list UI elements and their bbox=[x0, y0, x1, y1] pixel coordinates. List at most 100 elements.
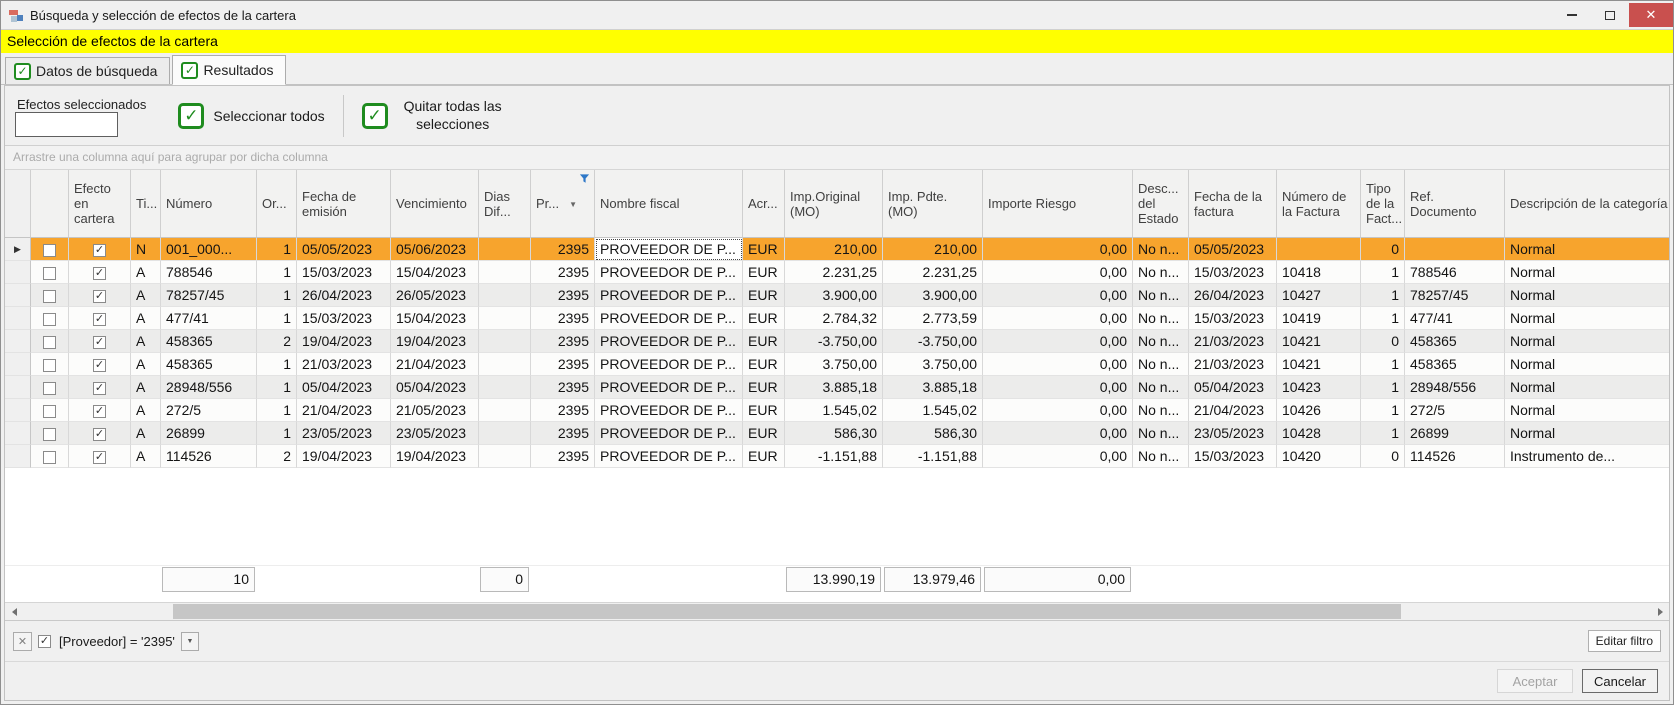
select-all-button[interactable]: ✓ Seleccionar todos bbox=[168, 99, 334, 133]
cell-descestado[interactable]: No n... bbox=[1133, 422, 1189, 445]
cell-or[interactable]: 1 bbox=[257, 422, 297, 445]
table-row[interactable]: ✓ A 477/41 1 15/03/2023 15/04/2023 2395 PROVEED… bbox=[5, 307, 1669, 330]
cell-check[interactable] bbox=[31, 376, 69, 399]
cell-pr[interactable]: 2395 bbox=[531, 422, 595, 445]
cell-riesgo[interactable]: 0,00 bbox=[983, 445, 1133, 468]
col-header-numfact[interactable]: Número de la Factura bbox=[1277, 170, 1361, 238]
cell-efecto[interactable]: ✓ bbox=[69, 353, 131, 376]
cell-ffactura[interactable]: 21/03/2023 bbox=[1189, 353, 1277, 376]
cell-pr[interactable]: 2395 bbox=[531, 284, 595, 307]
cell-imporig[interactable]: 3.885,18 bbox=[785, 376, 883, 399]
cell-imppdte[interactable]: -3.750,00 bbox=[883, 330, 983, 353]
cell-acr[interactable]: EUR bbox=[743, 422, 785, 445]
checkbox-checked[interactable]: ✓ bbox=[93, 266, 106, 280]
cell-check[interactable] bbox=[31, 284, 69, 307]
cell-femision[interactable]: 15/03/2023 bbox=[297, 307, 391, 330]
cell-numfact[interactable]: 10421 bbox=[1277, 330, 1361, 353]
col-header-imporig[interactable]: Imp.Original (MO) bbox=[785, 170, 883, 238]
checkbox-checked[interactable]: ✓ bbox=[93, 450, 106, 464]
checkbox-unchecked[interactable] bbox=[43, 450, 56, 464]
cancel-button[interactable]: Cancelar bbox=[1582, 669, 1658, 693]
table-row[interactable]: ✓ A 78257/45 1 26/04/2023 26/05/2023 2395 PROVE… bbox=[5, 284, 1669, 307]
cell-dias[interactable] bbox=[479, 284, 531, 307]
cell-venc[interactable]: 05/04/2023 bbox=[391, 376, 479, 399]
checkbox-unchecked[interactable] bbox=[43, 335, 56, 349]
checkbox-unchecked[interactable] bbox=[43, 427, 56, 441]
cell-acr[interactable]: EUR bbox=[743, 399, 785, 422]
cell-numero[interactable]: 26899 bbox=[161, 422, 257, 445]
cell-numfact[interactable]: 10420 bbox=[1277, 445, 1361, 468]
cell-check[interactable] bbox=[31, 307, 69, 330]
cell-or[interactable]: 1 bbox=[257, 284, 297, 307]
filter-expression[interactable]: [Proveedor] = '2395' bbox=[59, 634, 175, 649]
cell-tipofact[interactable]: 1 bbox=[1361, 353, 1405, 376]
cell-imporig[interactable]: 210,00 bbox=[785, 238, 883, 261]
cell-imppdte[interactable]: -1.151,88 bbox=[883, 445, 983, 468]
cell-categoria[interactable]: Normal bbox=[1505, 307, 1669, 330]
cell-descestado[interactable]: No n... bbox=[1133, 238, 1189, 261]
cell-dias[interactable] bbox=[479, 238, 531, 261]
cell-riesgo[interactable]: 0,00 bbox=[983, 261, 1133, 284]
cell-ffactura[interactable]: 15/03/2023 bbox=[1189, 307, 1277, 330]
cell-venc[interactable]: 19/04/2023 bbox=[391, 445, 479, 468]
cell-numero[interactable]: 272/5 bbox=[161, 399, 257, 422]
checkbox-unchecked[interactable] bbox=[43, 312, 56, 326]
col-header-femision[interactable]: Fecha de emisión bbox=[297, 170, 391, 238]
cell-nombre[interactable]: PROVEEDOR DE P... bbox=[595, 445, 743, 468]
cell-dias[interactable] bbox=[479, 307, 531, 330]
table-row[interactable]: ✓ A 458365 1 21/03/2023 21/04/2023 2395 PROVEED… bbox=[5, 353, 1669, 376]
cell-ti[interactable]: N bbox=[131, 238, 161, 261]
cell-or[interactable]: 1 bbox=[257, 307, 297, 330]
cell-pr[interactable]: 2395 bbox=[531, 445, 595, 468]
cell-numero[interactable]: 788546 bbox=[161, 261, 257, 284]
cell-efecto[interactable]: ✓ bbox=[69, 399, 131, 422]
cell-efecto[interactable]: ✓ bbox=[69, 422, 131, 445]
cell-imppdte[interactable]: 1.545,02 bbox=[883, 399, 983, 422]
checkbox-unchecked[interactable] bbox=[43, 266, 56, 280]
cell-tipofact[interactable]: 1 bbox=[1361, 399, 1405, 422]
cell-refdoc[interactable]: 458365 bbox=[1405, 353, 1505, 376]
cell-acr[interactable]: EUR bbox=[743, 238, 785, 261]
cell-tipofact[interactable]: 0 bbox=[1361, 238, 1405, 261]
cell-or[interactable]: 2 bbox=[257, 330, 297, 353]
checkbox-checked[interactable]: ✓ bbox=[93, 289, 106, 303]
cell-nombre[interactable]: PROVEEDOR DE P... bbox=[595, 307, 743, 330]
cell-or[interactable]: 1 bbox=[257, 238, 297, 261]
cell-tipofact[interactable]: 1 bbox=[1361, 307, 1405, 330]
cell-venc[interactable]: 19/04/2023 bbox=[391, 330, 479, 353]
cell-femision[interactable]: 19/04/2023 bbox=[297, 445, 391, 468]
col-header-imppdte[interactable]: Imp. Pdte. (MO) bbox=[883, 170, 983, 238]
checkbox-checked[interactable]: ✓ bbox=[93, 358, 106, 372]
group-by-panel[interactable]: Arrastre una columna aquí para agrupar p… bbox=[5, 146, 1669, 170]
cell-descestado[interactable]: No n... bbox=[1133, 353, 1189, 376]
cell-ti[interactable]: A bbox=[131, 261, 161, 284]
cell-femision[interactable]: 05/04/2023 bbox=[297, 376, 391, 399]
clear-selections-button[interactable]: ✓ Quitar todas las selecciones bbox=[352, 94, 519, 137]
cell-acr[interactable]: EUR bbox=[743, 307, 785, 330]
cell-efecto[interactable]: ✓ bbox=[69, 261, 131, 284]
cell-ti[interactable]: A bbox=[131, 422, 161, 445]
cell-imporig[interactable]: 2.784,32 bbox=[785, 307, 883, 330]
cell-imporig[interactable]: -1.151,88 bbox=[785, 445, 883, 468]
scroll-right-button[interactable] bbox=[1651, 603, 1669, 620]
cell-numfact[interactable] bbox=[1277, 238, 1361, 261]
table-row[interactable]: ✓ A 28948/556 1 05/04/2023 05/04/2023 2395 PROV… bbox=[5, 376, 1669, 399]
cell-categoria[interactable]: Normal bbox=[1505, 399, 1669, 422]
cell-descestado[interactable]: No n... bbox=[1133, 445, 1189, 468]
cell-categoria[interactable]: Normal bbox=[1505, 353, 1669, 376]
cell-numfact[interactable]: 10419 bbox=[1277, 307, 1361, 330]
cell-ti[interactable]: A bbox=[131, 376, 161, 399]
cell-ffactura[interactable]: 15/03/2023 bbox=[1189, 445, 1277, 468]
cell-femision[interactable]: 21/04/2023 bbox=[297, 399, 391, 422]
cell-numero[interactable]: 458365 bbox=[161, 353, 257, 376]
cell-imporig[interactable]: 1.545,02 bbox=[785, 399, 883, 422]
cell-check[interactable] bbox=[31, 399, 69, 422]
cell-descestado[interactable]: No n... bbox=[1133, 376, 1189, 399]
cell-ffactura[interactable]: 21/04/2023 bbox=[1189, 399, 1277, 422]
maximize-button[interactable] bbox=[1591, 3, 1629, 27]
cell-nombre[interactable]: PROVEEDOR DE P... bbox=[595, 376, 743, 399]
cell-descestado[interactable]: No n... bbox=[1133, 284, 1189, 307]
cell-tipofact[interactable]: 1 bbox=[1361, 261, 1405, 284]
cell-descestado[interactable]: No n... bbox=[1133, 261, 1189, 284]
cell-categoria[interactable]: Normal bbox=[1505, 284, 1669, 307]
